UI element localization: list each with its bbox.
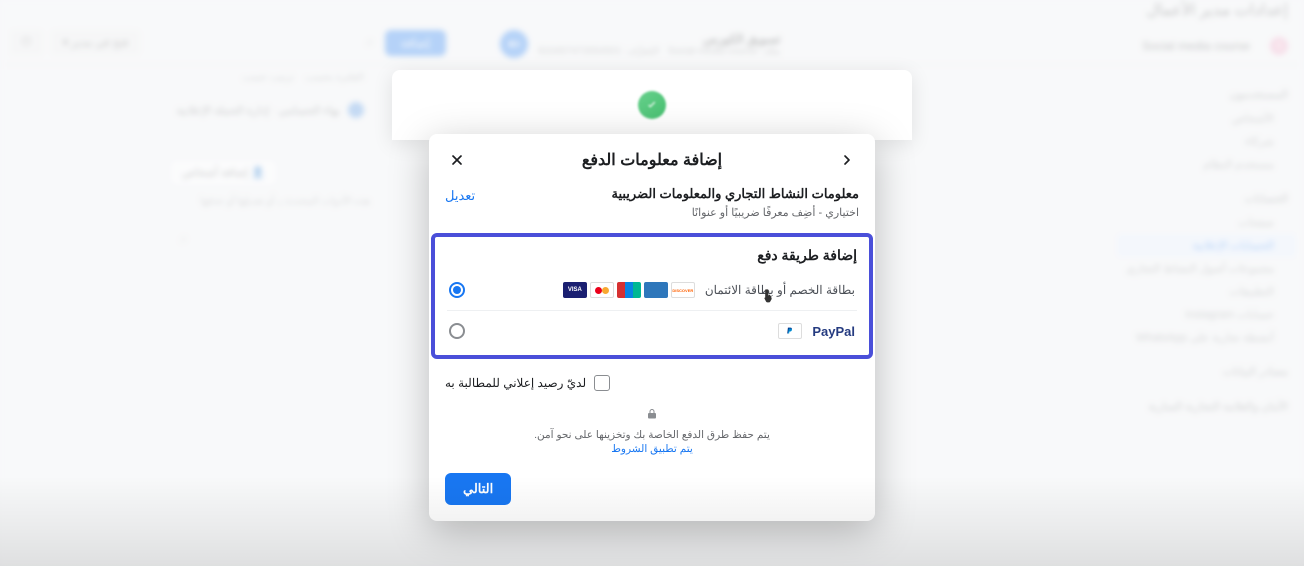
mastercard-icon [590,282,614,298]
secure-text: يتم حفظ طرق الدفع الخاصة بك وتخزينها على… [445,429,859,441]
ad-credit-row[interactable]: لديّ رصيد إعلاني للمطالبة به [429,359,875,399]
secure-footer: يتم حفظ طرق الدفع الخاصة بك وتخزينها على… [429,399,875,459]
payment-option-card-label: بطاقة الخصم أو بطاقة الائتمان [705,283,855,297]
payment-option-paypal[interactable]: PayPal [447,310,857,347]
success-banner [392,70,912,140]
ad-credit-label: لديّ رصيد إعلاني للمطالبة به [445,376,586,390]
payment-method-highlight: إضافة طريقة دفع بطاقة الخصم أو بطاقة الا… [431,233,873,359]
edit-button[interactable]: تعديل [445,186,475,204]
radio-card[interactable] [449,282,465,298]
next-button[interactable]: التالي [445,473,511,505]
modal-header: إضافة معلومات الدفع [429,134,875,186]
back-button[interactable] [835,148,859,172]
business-section-title: معلومات النشاط التجاري والمعلومات الضريب… [611,186,859,202]
unionpay-icon [617,282,641,298]
ad-credit-checkbox[interactable] [594,375,610,391]
payment-info-modal: إضافة معلومات الدفع معلومات النشاط التجا… [429,134,875,521]
terms-link[interactable]: يتم تطبيق الشروط [445,443,859,455]
check-circle-icon [638,91,666,119]
modal-footer: التالي [429,459,875,521]
business-tax-section: معلومات النشاط التجاري والمعلومات الضريب… [429,186,875,233]
business-section-subtitle: اختياري - أضِف معرفًا ضريبيًا أو عنوانًا [611,206,859,219]
lock-icon [646,407,658,425]
paypal-icon [778,323,802,339]
payment-method-title: إضافة طريقة دفع [447,247,857,264]
amex-icon [644,282,668,298]
modal-title: إضافة معلومات الدفع [469,150,835,170]
close-button[interactable] [445,148,469,172]
card-brand-icons: VISA DISCOVER [563,282,695,298]
radio-paypal[interactable] [449,323,465,339]
payment-option-card[interactable]: بطاقة الخصم أو بطاقة الائتمان VISA DISCO… [447,274,857,306]
visa-icon: VISA [563,282,587,298]
payment-option-paypal-label: PayPal [812,324,855,339]
discover-icon: DISCOVER [671,282,695,298]
